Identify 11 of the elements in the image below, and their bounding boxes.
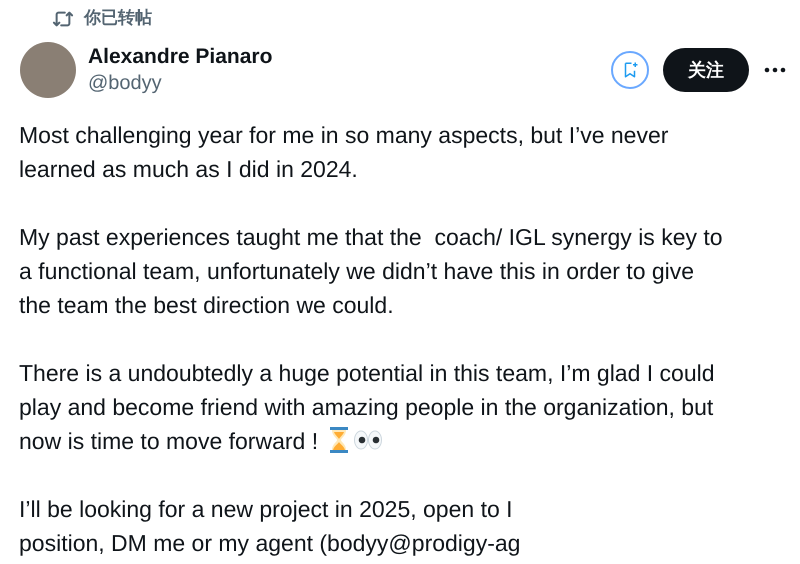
subscribe-button[interactable] [611,51,649,89]
post-paragraph: My past experiences taught me that the coach/ IGL synergy is key to a functional team, unfortunately we didn’t have this in order to give the team the best direction we could. [19,224,723,318]
author-name[interactable]: Alexandre Pianaro [88,44,272,70]
post-paragraph: I’ll be looking for a new project in 2025, open to I position, DM me or my agent (bodyy@prodigy-ag [19,496,520,556]
repost-icon [52,9,74,29]
repost-label: 你已转帖 [84,7,152,30]
post-paragraph: Most challenging year for me in so many aspects, but I’ve never learned as much as I did in 2024. [19,122,668,182]
author-handle[interactable]: @bodyy [88,70,272,96]
follow-button[interactable]: 关注 [663,48,749,92]
post-paragraph: There is a undoubtedly a huge potential in this team, I’m glad I could play and become friend with amazing people in the organization, but now is time to move forward ! [19,360,715,454]
more-icon[interactable] [764,67,786,73]
